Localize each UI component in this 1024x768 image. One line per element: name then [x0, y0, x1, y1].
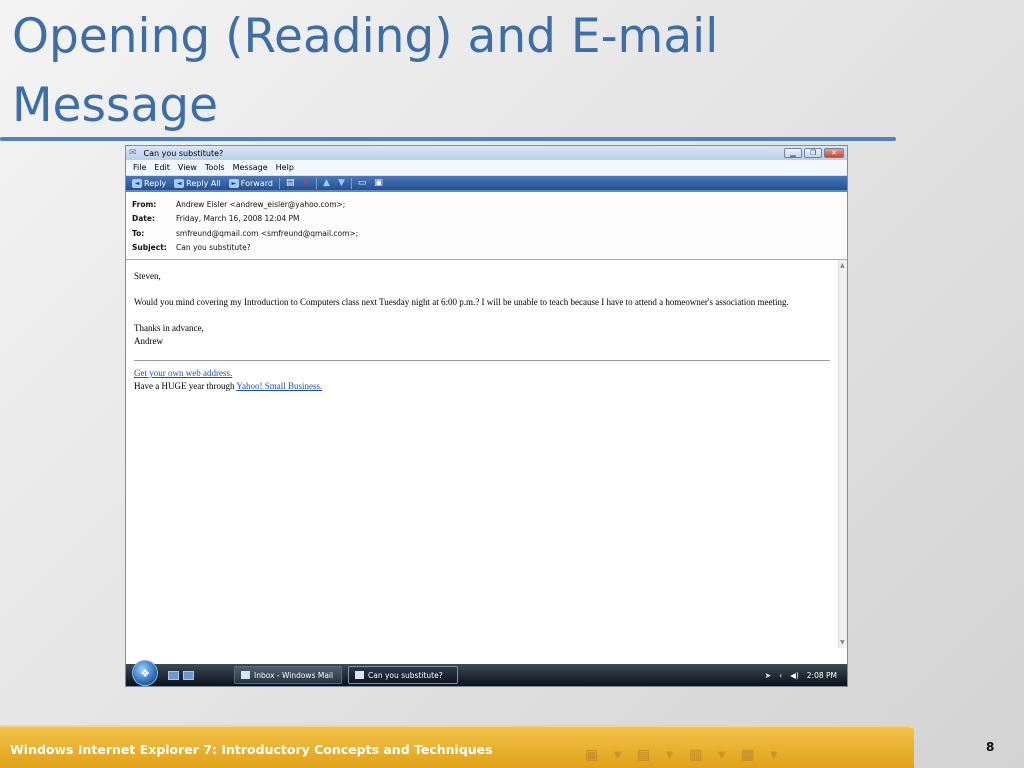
start-button[interactable]: ❖ — [132, 660, 158, 686]
menu-tools[interactable]: Tools — [202, 163, 230, 172]
menu-message[interactable]: Message — [230, 163, 273, 172]
vertical-scrollbar[interactable]: ▲ ▼ — [838, 260, 847, 648]
subject-row: Subject: Can you substitute? — [132, 241, 847, 256]
ad-text: Have a HUGE year through — [134, 381, 237, 391]
message-body: Steven, Would you mind covering my Intro… — [126, 260, 838, 648]
minimize-button[interactable]: ▁ — [784, 148, 802, 158]
forward-label: Forward — [240, 178, 273, 188]
taskbar: ❖ Inbox - Windows Mail Can you substitut… — [126, 660, 847, 686]
volume-icon[interactable]: ◀) — [790, 671, 799, 680]
message-greeting: Steven, — [134, 271, 161, 281]
scroll-down-icon[interactable]: ▼ — [840, 639, 845, 646]
to-row: To: smfreund@qmail.com <smfreund@qmail.c… — [132, 226, 847, 241]
window-title: Can you substitute? — [143, 148, 224, 158]
next-message-icon[interactable]: ▼ — [334, 178, 349, 188]
system-tray: ➤ ‹ ◀) 2:08 PM — [765, 671, 847, 680]
toolbar-separator — [278, 177, 280, 189]
taskbar-inbox-label: Inbox - Windows Mail — [254, 670, 334, 680]
show-hidden-icons-icon[interactable]: ‹ — [779, 671, 782, 680]
calendar-icon[interactable]: ▣ — [370, 178, 387, 188]
show-desktop-icon[interactable] — [168, 670, 179, 680]
message-body-pane: Steven, Would you mind covering my Intro… — [126, 259, 847, 649]
date-label: Date: — [132, 214, 155, 224]
title-underline — [0, 137, 896, 141]
clock[interactable]: 2:08 PM — [807, 671, 837, 680]
reply-all-icon: ◄ — [174, 178, 185, 188]
taskbar-message-label: Can you substitute? — [368, 670, 443, 680]
slide-footer: Windows Internet Explorer 7: Introductor… — [0, 725, 914, 768]
toolbar-separator — [316, 177, 318, 189]
switch-windows-icon[interactable] — [183, 670, 194, 680]
toolbar-separator — [350, 177, 352, 189]
delete-icon[interactable]: ✕ — [298, 178, 314, 188]
from-label: From: — [132, 199, 157, 209]
message-window-icon — [355, 671, 364, 679]
taskbar-inbox-button[interactable]: Inbox - Windows Mail — [234, 666, 342, 684]
close-button[interactable]: ✕ — [824, 148, 844, 158]
to-value[interactable]: smfreund@qmail.com <smfreund@qmail.com>; — [176, 229, 358, 238]
reply-all-button[interactable]: ◄ Reply All — [170, 178, 225, 188]
signature-divider — [134, 360, 830, 361]
subject-value: Can you substitute? — [176, 243, 251, 253]
mouse-pointer-icon: ➤ — [764, 670, 772, 680]
window-titlebar[interactable]: ✉ Can you substitute? ▁ ❐ ✕ — [126, 146, 847, 160]
page-number: 8 — [986, 740, 995, 754]
forward-button[interactable]: ► Forward — [225, 178, 277, 188]
menu-edit[interactable]: Edit — [151, 163, 175, 172]
reply-button[interactable]: ◄ Reply — [128, 178, 170, 188]
subject-label: Subject: — [132, 243, 167, 253]
forward-icon: ► — [228, 178, 239, 188]
envelope-icon: ✉ — [129, 148, 137, 158]
reply-label: Reply — [144, 178, 167, 188]
menu-bar: File Edit View Tools Message Help — [126, 160, 847, 176]
maximize-button[interactable]: ❐ — [804, 148, 822, 158]
scroll-up-icon[interactable]: ▲ — [840, 262, 845, 269]
toolbar: ◄ Reply ◄ Reply All ► Forward ▤ ✕ ▲ ▼ ▭ … — [126, 176, 847, 192]
message-closing: Thanks in advance, — [134, 323, 204, 333]
web-address-link[interactable]: Get your own web address. — [134, 368, 232, 378]
menu-help[interactable]: Help — [273, 163, 299, 172]
taskbar-message-button[interactable]: Can you substitute? — [348, 666, 458, 684]
to-label: To: — [132, 228, 145, 238]
ie-toolbar-watermark: ▣ ▾ ▤ ▾ ▥ ▾ ▦ ▾ — [585, 746, 784, 762]
menu-file[interactable]: File — [130, 163, 151, 172]
menu-view[interactable]: View — [175, 163, 202, 172]
windows-logo-icon: ❖ — [140, 666, 150, 680]
message-paragraph: Would you mind covering my Introduction … — [134, 297, 789, 307]
from-value[interactable]: Andrew Eisler <andrew_eisler@yahoo.com>; — [176, 200, 345, 209]
previous-message-icon[interactable]: ▲ — [319, 178, 334, 188]
yahoo-small-business-link[interactable]: Yahoo! Small Business. — [236, 381, 322, 391]
message-headers: From: Andrew Eisler <andrew_eisler@yahoo… — [126, 192, 847, 260]
date-row: Date: Friday, March 16, 2008 12:04 PM — [132, 212, 847, 227]
slide-title: Opening (Reading) and E-mail Message — [12, 9, 719, 133]
contacts-icon[interactable]: ▭ — [354, 178, 371, 188]
quick-launch — [168, 670, 194, 680]
message-signature: Andrew — [134, 336, 163, 346]
reply-icon: ◄ — [132, 178, 142, 188]
mail-app-icon — [241, 671, 250, 679]
mail-message-window: ✉ Can you substitute? ▁ ❐ ✕ File Edit Vi… — [125, 145, 848, 687]
footer-text: Windows Internet Explorer 7: Introductor… — [10, 742, 493, 757]
window-controls: ▁ ❐ ✕ — [784, 148, 844, 158]
date-value: Friday, March 16, 2008 12:04 PM — [176, 214, 300, 224]
print-icon[interactable]: ▤ — [282, 178, 299, 188]
from-row: From: Andrew Eisler <andrew_eisler@yahoo… — [132, 197, 847, 212]
reply-all-label: Reply All — [186, 178, 221, 188]
